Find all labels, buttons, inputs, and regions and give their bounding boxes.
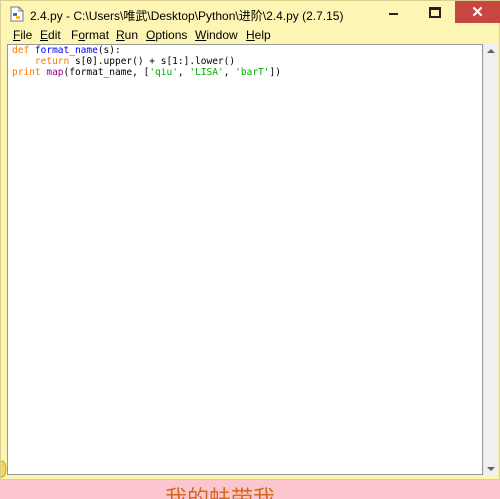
builtin-map: map — [46, 67, 64, 78]
maximize-icon — [429, 6, 441, 18]
idle-editor-window: 2.4.py - C:\Users\唯武\Desktop\Python\进阶\2… — [0, 0, 500, 480]
menu-edit[interactable]: Edit — [40, 28, 61, 42]
code-text[interactable]: def format_name(s): return s[0].upper() … — [12, 45, 281, 78]
arrow-down-icon — [487, 466, 495, 471]
keyword-print: print — [12, 67, 41, 78]
bottom-banner: 我的蚨带我 — [0, 480, 500, 499]
menu-window[interactable]: Window — [195, 28, 238, 42]
close-icon: ✕ — [471, 3, 484, 21]
code-editor[interactable]: def format_name(s): return s[0].upper() … — [7, 44, 483, 475]
close-button[interactable]: ✕ — [455, 1, 500, 23]
keyword-return: return — [34, 56, 70, 67]
function-params: (s): — [97, 45, 121, 56]
scroll-up-button[interactable] — [484, 44, 498, 57]
menu-help[interactable]: Help — [246, 28, 271, 42]
left-edge-grip-icon[interactable] — [1, 459, 7, 479]
arrow-up-icon — [487, 48, 495, 53]
window-title: 2.4.py - C:\Users\唯武\Desktop\Python\进阶\2… — [30, 9, 344, 23]
minimize-icon — [388, 13, 398, 15]
minimize-button[interactable] — [371, 1, 415, 23]
code-line-1: def format_name(s): — [12, 45, 121, 56]
scroll-down-button[interactable] — [484, 462, 498, 475]
string-literal: 'LISA' — [189, 67, 224, 78]
code-line-3: print map(format_name, ['qiu', 'LISA', '… — [12, 67, 281, 78]
menu-format[interactable]: Format — [71, 28, 109, 42]
menu-run[interactable]: Run — [116, 28, 138, 42]
banner-text: 我的蚨带我 — [165, 486, 276, 499]
function-name: format_name — [34, 45, 98, 56]
code-line-2: return s[0].upper() + s[1:].lower() — [12, 56, 235, 67]
menu-options[interactable]: Options — [146, 28, 187, 42]
menu-file[interactable]: File — [13, 28, 32, 42]
keyword-def: def — [12, 45, 30, 56]
vertical-scrollbar[interactable] — [483, 44, 498, 475]
title-bar[interactable]: 2.4.py - C:\Users\唯武\Desktop\Python\进阶\2… — [1, 1, 500, 28]
return-expression: s[0].upper() + s[1:].lower() — [69, 56, 236, 67]
string-literal: 'qiu' — [149, 67, 178, 78]
python-file-icon — [10, 6, 24, 22]
menu-bar: File Edit Format Run Options Window Help — [2, 28, 499, 44]
maximize-button[interactable] — [413, 1, 457, 23]
string-literal: 'barT' — [235, 67, 270, 78]
